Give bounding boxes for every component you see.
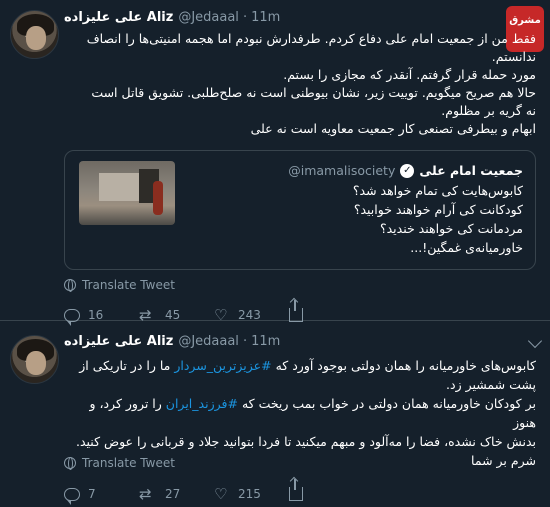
quoted-body: کابوس‌هایت کی تمام خواهد شد؟ کودکانت کی … bbox=[143, 181, 523, 257]
like-button[interactable]: ♡ 215 bbox=[214, 486, 289, 502]
author-handle[interactable]: @Jedaaal bbox=[178, 10, 239, 25]
tweet-body: فقط من از جمعیت امام علی دفاع کردم. طرفد… bbox=[64, 30, 536, 138]
tweet-body: کابوس‌های خاورمیانه را همان دولتی بوجود … bbox=[64, 356, 536, 470]
quoted-header: @imamalisociety ✓ جمعیت امام علی bbox=[288, 163, 523, 178]
retweet-button[interactable]: ⇄ 27 bbox=[139, 486, 214, 502]
tweet-actions: 7 ⇄ 27 ♡ 215 bbox=[64, 479, 364, 505]
translate-tweet-link[interactable]: Translate Tweet bbox=[64, 456, 175, 470]
reply-button[interactable]: 7 bbox=[64, 487, 139, 505]
like-count: 243 bbox=[238, 308, 261, 322]
tweet-line: فقط من از جمعیت امام علی دفاع کردم. طرفد… bbox=[86, 31, 536, 46]
tweet-header: علی علیزاده Aliz @Jedaaal · 11m bbox=[64, 8, 280, 26]
share-button[interactable] bbox=[289, 300, 364, 322]
check-badge-icon: ✓ bbox=[400, 163, 415, 178]
separator-dot: · bbox=[242, 9, 248, 25]
share-button[interactable] bbox=[289, 479, 364, 501]
author-display-name[interactable]: علی علیزاده Aliz bbox=[64, 334, 173, 349]
globe-icon bbox=[64, 457, 76, 470]
quoted-line: مردمانت کی خواهند خندید؟ bbox=[379, 221, 523, 236]
globe-icon bbox=[64, 279, 76, 292]
hashtag-link[interactable]: #عزیزترین_سردار bbox=[174, 358, 271, 373]
avatar[interactable] bbox=[10, 335, 59, 384]
quoted-line: کابوس‌هایت کی تمام خواهد شد؟ bbox=[352, 183, 523, 198]
reply-count: 7 bbox=[88, 487, 96, 501]
tweet-line: نه گریه بر مظلوم. bbox=[441, 103, 536, 118]
like-count: 215 bbox=[238, 487, 261, 501]
tweet-header: علی علیزاده Aliz @Jedaaal · 11m bbox=[64, 332, 280, 350]
hashtag-link[interactable]: #فرزند_ایران bbox=[166, 396, 238, 411]
tweet-line: مورد حمله قرار گرفتم. آنقدر که مجازی را … bbox=[283, 67, 536, 82]
tweet-timestamp[interactable]: 11m bbox=[251, 334, 280, 349]
tweet-timestamp[interactable]: 11m bbox=[251, 10, 280, 25]
heart-icon: ♡ bbox=[214, 485, 228, 503]
reply-count: 16 bbox=[88, 308, 104, 322]
tweet-line: ابهام و بیطرفی تصنعی کار جمعیت معاویه اس… bbox=[250, 121, 536, 136]
separator-dot: · bbox=[242, 333, 248, 349]
quoted-tweet[interactable]: @imamalisociety ✓ جمعیت امام علی کابوس‌ه… bbox=[64, 150, 536, 270]
translate-tweet-link[interactable]: Translate Tweet bbox=[64, 278, 175, 292]
retweet-count: 27 bbox=[165, 487, 181, 501]
translate-label: Translate Tweet bbox=[82, 456, 175, 470]
retweet-button[interactable]: ⇄ 45 bbox=[139, 307, 214, 323]
tweet[interactable]: علی علیزاده Aliz @Jedaaal · 11m مشرق فقط… bbox=[0, 0, 550, 326]
heart-icon: ♡ bbox=[214, 306, 228, 324]
quoted-line: خاورمیانه‌ی غمگین!... bbox=[410, 240, 523, 255]
reply-button[interactable]: 16 bbox=[64, 308, 139, 326]
translate-label: Translate Tweet bbox=[82, 278, 175, 292]
share-icon bbox=[289, 300, 303, 322]
retweet-icon: ⇄ bbox=[139, 306, 152, 324]
tweet-line: پشت شمشیر زد. bbox=[446, 377, 536, 392]
tweet-line: کابوس‌های خاورمیانه را همان دولتی بوجود … bbox=[79, 358, 536, 373]
quoted-display-name[interactable]: جمعیت امام علی bbox=[419, 163, 523, 178]
author-handle[interactable]: @Jedaaal bbox=[178, 334, 239, 349]
reply-icon bbox=[64, 308, 80, 326]
tweet[interactable]: علی علیزاده Aliz @Jedaaal · 11m کابوس‌ها… bbox=[0, 322, 550, 507]
quoted-line: کودکانت کی آرام خواهند خوابید؟ bbox=[353, 202, 523, 217]
retweet-icon: ⇄ bbox=[139, 485, 152, 503]
avatar[interactable] bbox=[10, 10, 59, 59]
like-button[interactable]: ♡ 243 bbox=[214, 307, 289, 323]
tweet-line: بدنش خاک نشده، فضا را مه‌آلود و مبهم میک… bbox=[75, 434, 536, 449]
tweet-line: بر کودکان خاورمیانه همان دولتی در خواب ب… bbox=[89, 396, 536, 430]
tweet-line: حالا هم صریح میگویم. توییت زیر، نشان بیو… bbox=[91, 85, 536, 100]
quoted-handle[interactable]: @imamalisociety bbox=[288, 163, 395, 178]
retweet-count: 45 bbox=[165, 308, 181, 322]
chevron-down-icon[interactable] bbox=[527, 333, 543, 349]
reply-icon bbox=[64, 487, 80, 505]
tweet-line: ندانستم. bbox=[491, 49, 536, 64]
share-icon bbox=[289, 479, 303, 501]
author-display-name[interactable]: علی علیزاده Aliz bbox=[64, 10, 173, 25]
